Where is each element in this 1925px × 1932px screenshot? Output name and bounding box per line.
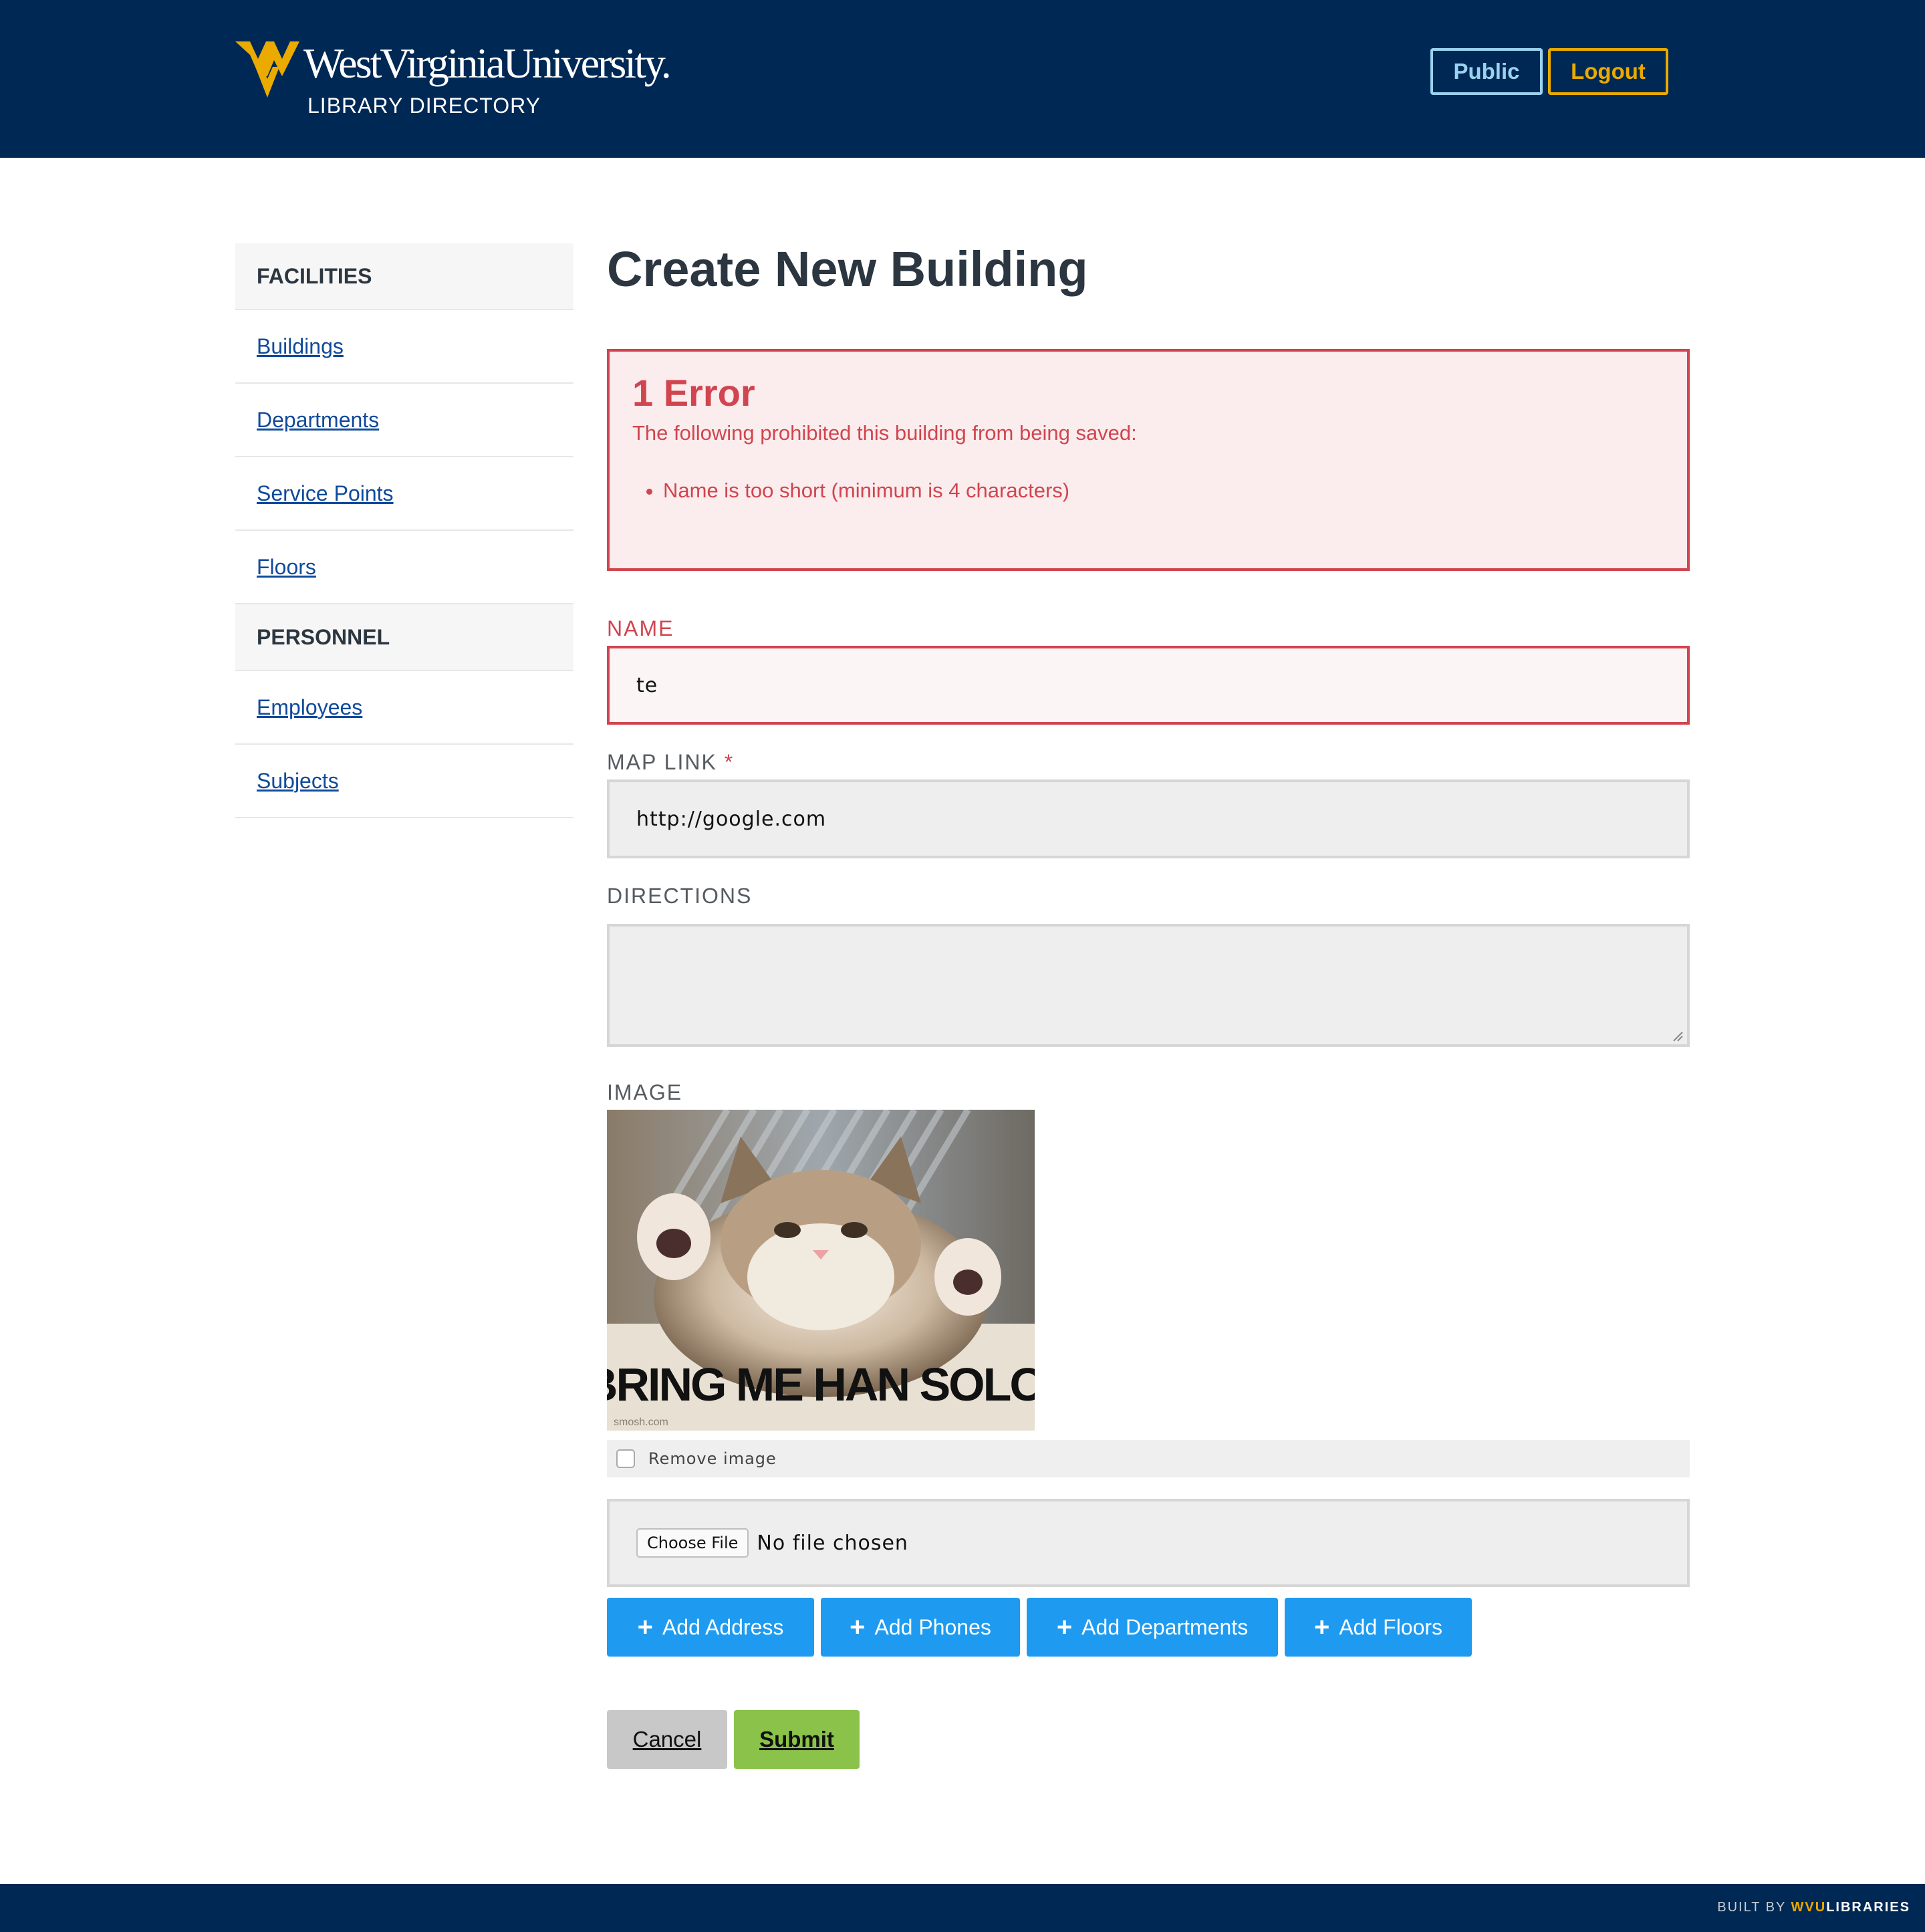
sidebar-item-service-points: Service Points — [235, 457, 573, 531]
error-alert: 1 Error The following prohibited this bu… — [607, 349, 1690, 571]
plus-icon: + — [1056, 1612, 1073, 1642]
sidebar-item-floors: Floors — [235, 531, 573, 604]
page-title: Create New Building — [607, 241, 1088, 297]
map-link-input[interactable]: http://google.com — [607, 779, 1690, 858]
name-label: NAME — [607, 616, 674, 640]
add-address-button[interactable]: + Add Address — [607, 1598, 814, 1657]
cat-meme-image: BRING ME HAN SOLO! smosh.com — [607, 1110, 1035, 1431]
error-list: Name is too short (minimum is 4 characte… — [632, 477, 1664, 504]
wvu-logo[interactable]: WestVirginiaUniversity. LIBRARY DIRECTOR… — [235, 37, 672, 124]
public-button[interactable]: Public — [1430, 48, 1543, 95]
personnel-heading: PERSONNEL — [235, 604, 573, 671]
resize-grip-icon[interactable] — [1672, 1031, 1683, 1042]
directions-label: DIRECTIONS — [607, 884, 753, 908]
plus-icon: + — [1313, 1612, 1330, 1642]
sidebar-item-employees: Employees — [235, 671, 573, 745]
image-label: IMAGE — [607, 1080, 683, 1104]
error-title: 1 Error — [632, 372, 755, 414]
site-footer: BUILT BY WVULIBRARIES — [0, 1884, 1925, 1932]
flying-wv-icon — [235, 41, 299, 98]
remove-image-checkbox[interactable] — [616, 1449, 635, 1468]
cancel-button[interactable]: Cancel — [607, 1710, 727, 1769]
sidebar-item-departments: Departments — [235, 384, 573, 457]
add-floors-button[interactable]: + Add Floors — [1285, 1598, 1472, 1657]
sidebar-nav: FACILITIES Buildings Departments Service… — [235, 243, 573, 818]
error-item: Name is too short (minimum is 4 characte… — [663, 477, 1664, 504]
file-status-text: No file chosen — [757, 1531, 908, 1555]
add-departments-label: Add Departments — [1081, 1614, 1249, 1639]
remove-image-label[interactable]: Remove image — [648, 1449, 777, 1468]
building-image-preview: BRING ME HAN SOLO! smosh.com — [607, 1110, 1035, 1431]
add-phones-button[interactable]: + Add Phones — [821, 1598, 1020, 1657]
site-header: WestVirginiaUniversity. LIBRARY DIRECTOR… — [0, 0, 1925, 158]
choose-file-button[interactable]: Choose File — [636, 1528, 749, 1558]
sidebar-link-floors[interactable]: Floors — [257, 555, 316, 580]
map-link-label: MAP LINK * — [607, 750, 734, 775]
required-asterisk: * — [724, 750, 735, 774]
sidebar-item-buildings: Buildings — [235, 310, 573, 384]
add-address-label: Add Address — [662, 1614, 784, 1639]
meme-caption: BRING ME HAN SOLO! — [607, 1358, 1035, 1411]
map-link-label-text: MAP LINK — [607, 750, 717, 774]
facilities-heading: FACILITIES — [235, 243, 573, 310]
university-wordmark: WestVirginiaUniversity. — [303, 39, 672, 87]
add-floors-label: Add Floors — [1339, 1614, 1443, 1639]
error-summary: The following prohibited this building f… — [632, 421, 1137, 445]
logout-button[interactable]: Logout — [1548, 48, 1668, 95]
sidebar-link-subjects[interactable]: Subjects — [257, 769, 339, 794]
remove-image-row: Remove image — [607, 1440, 1690, 1477]
plus-icon: + — [637, 1612, 653, 1642]
submit-button[interactable]: Submit — [734, 1710, 860, 1769]
directions-textarea[interactable] — [607, 924, 1690, 1047]
meme-watermark: smosh.com — [614, 1417, 668, 1428]
add-phones-label: Add Phones — [874, 1614, 991, 1639]
built-by-credit[interactable]: BUILT BY WVULIBRARIES — [1717, 1900, 1910, 1915]
site-subtitle: LIBRARY DIRECTORY — [307, 94, 541, 118]
plus-icon: + — [850, 1612, 866, 1642]
sidebar-link-departments[interactable]: Departments — [257, 408, 379, 433]
image-file-field: Choose File No file chosen — [607, 1499, 1690, 1587]
name-input[interactable]: te — [607, 646, 1690, 725]
add-departments-button[interactable]: + Add Departments — [1027, 1598, 1278, 1657]
sidebar-item-subjects: Subjects — [235, 745, 573, 818]
built-by-text: BUILT BY — [1717, 1900, 1791, 1915]
sidebar-link-employees[interactable]: Employees — [257, 695, 362, 720]
sidebar-link-buildings[interactable]: Buildings — [257, 334, 344, 359]
libraries-text: LIBRARIES — [1826, 1900, 1910, 1915]
sidebar-link-service-points[interactable]: Service Points — [257, 481, 394, 506]
wvu-text: WVU — [1791, 1900, 1827, 1915]
